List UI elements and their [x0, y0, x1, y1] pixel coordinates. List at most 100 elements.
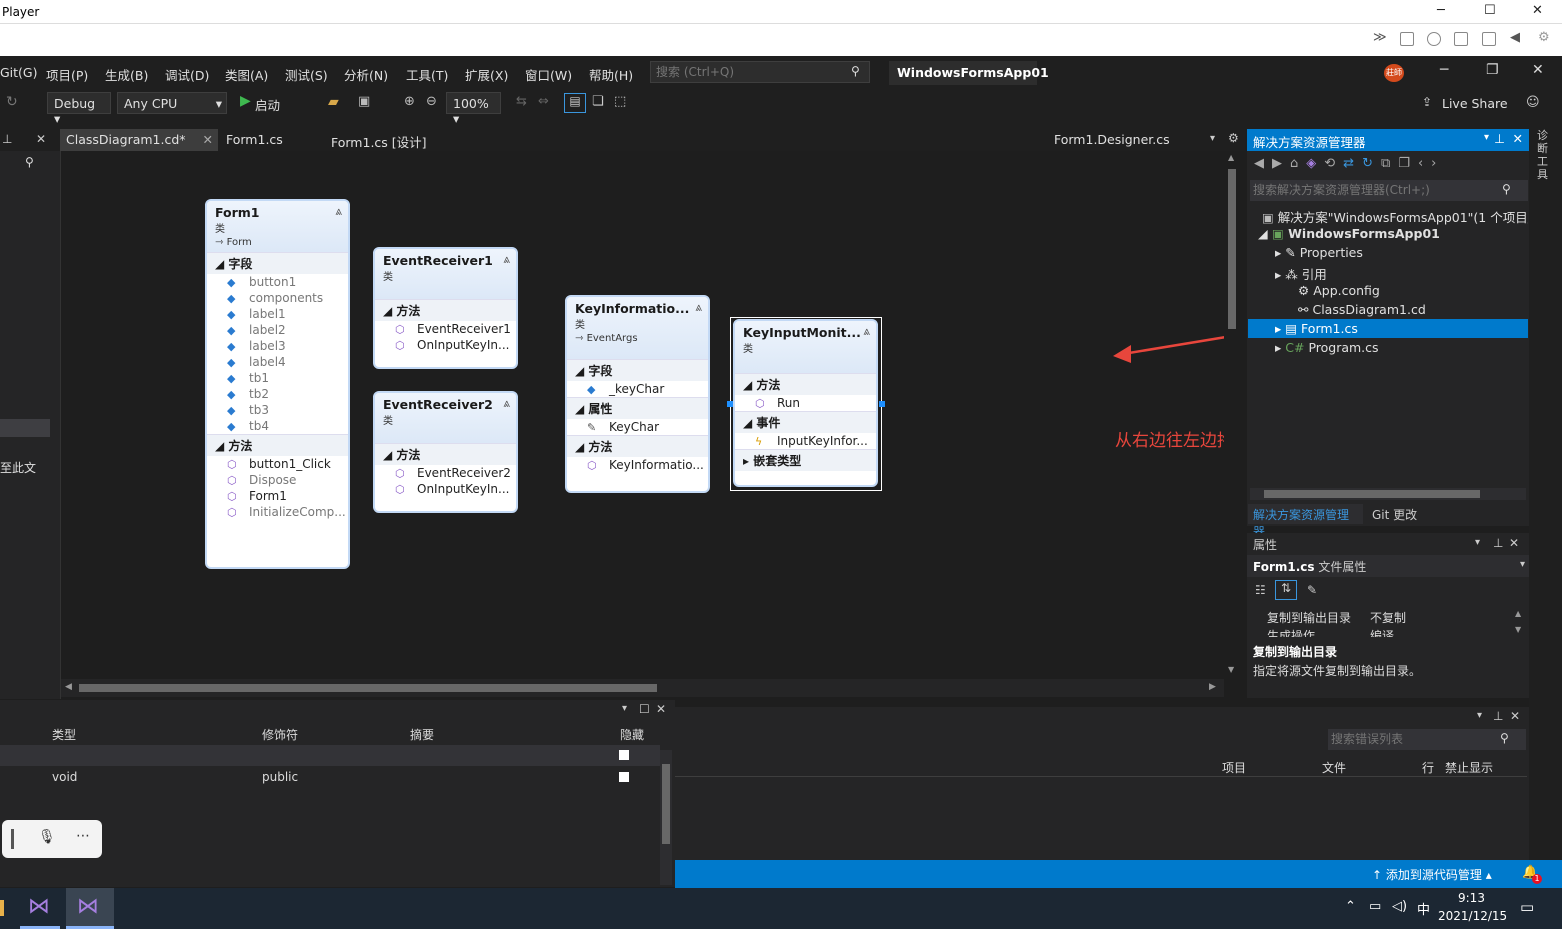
field-row[interactable]: ◆ tb4 [207, 418, 348, 434]
forward-icon[interactable]: ▶ [1272, 156, 1290, 171]
tree-item-references[interactable]: ▸ ⁂ 引用 [1275, 264, 1327, 283]
collapse-all-icon[interactable]: ⧉ [1381, 156, 1398, 171]
canvas-vertical-scrollbar[interactable]: ▲ ▼ [1224, 151, 1240, 679]
table-row[interactable] [0, 745, 660, 766]
column-header[interactable]: 修饰符 [262, 726, 298, 743]
error-search-input[interactable] [1328, 729, 1488, 748]
section-methods[interactable]: ◢ 方法 [735, 373, 876, 395]
device-icon[interactable] [1400, 32, 1414, 46]
settings-icon[interactable]: ⚙ [1228, 131, 1239, 145]
scroll-up-icon[interactable]: ▲ [1515, 609, 1521, 618]
tree-item-form1[interactable]: ▸ ▤ Form1.cs [1275, 321, 1358, 336]
vs-restore-icon[interactable]: ❐ [1486, 62, 1499, 78]
resize-handle-left[interactable] [727, 401, 733, 407]
folder-icon[interactable]: ▰ [328, 94, 339, 110]
tab-classdiagram[interactable]: ClassDiagram1.cd* ✕ [60, 129, 218, 151]
dropdown-icon[interactable]: ▾ [622, 703, 627, 714]
tab-form1[interactable]: Form1.cs [220, 129, 289, 151]
hide-checkbox[interactable] [619, 750, 629, 760]
printer-icon[interactable] [1482, 32, 1496, 46]
tab-form1-design[interactable]: Form1.cs [设计] [325, 129, 433, 151]
microphone-icon[interactable]: 🎙 [38, 829, 56, 845]
scroll-down-icon[interactable]: ▼ [1515, 625, 1521, 634]
method-row[interactable]: ⬡ Dispose [207, 472, 348, 488]
search-input[interactable] [651, 62, 841, 82]
zoom-in-icon[interactable]: ⊕ [404, 94, 415, 109]
column-header[interactable]: 文件 [1322, 759, 1346, 776]
start-button[interactable]: 启动 [255, 95, 280, 114]
property-value[interactable]: 编译 [1370, 627, 1394, 637]
solution-node[interactable]: ▣ 解决方案"WindowsFormsApp01"(1 个项目/共 [1262, 207, 1528, 226]
method-row[interactable]: ⬡ button1_Click [207, 456, 348, 472]
tree-item-appconfig[interactable]: ⚙ App.config [1298, 283, 1380, 298]
close-icon[interactable]: ✕ [1509, 536, 1519, 550]
section-nested[interactable]: ▸ 嵌套类型 [735, 449, 876, 471]
class-shape-eventreceiver2[interactable]: EventReceiver2 类 ⩓ ◢ 方法 ⬡ EventReceiver2 … [373, 391, 518, 513]
search-box[interactable]: ⚲ [650, 61, 870, 83]
tab-solution-explorer[interactable]: 解决方案资源管理器 [1248, 504, 1363, 539]
zoom-out-icon[interactable]: ⊖ [426, 94, 437, 109]
collapse-icon[interactable]: ⩓ [503, 396, 510, 411]
drag-handle[interactable] [11, 829, 14, 849]
method-row[interactable]: ⬡ OnInputKeyIn... [375, 337, 516, 353]
cd-icon[interactable] [1427, 32, 1441, 46]
field-row[interactable]: ◆ button1 [207, 274, 348, 290]
column-header[interactable]: 项目 [1222, 759, 1246, 776]
home-icon[interactable]: ⌂ [1290, 156, 1306, 171]
vertical-scrollbar[interactable] [660, 750, 672, 885]
method-row[interactable]: ⬡ KeyInformatio... [567, 457, 708, 473]
feedback-icon[interactable]: ☺ [1526, 95, 1540, 110]
collapse-icon[interactable]: ⩓ [695, 300, 702, 315]
event-row[interactable]: ϟ InputKeyInfor... [735, 433, 876, 449]
left-search-icon[interactable]: ⚲ [25, 155, 34, 169]
sort-alpha-icon[interactable]: ⇅ [1275, 580, 1297, 600]
sync-icon[interactable]: ⇄ [1343, 156, 1362, 171]
pin-icon[interactable]: ⊥ [1493, 536, 1503, 550]
explorer-icon[interactable] [0, 900, 4, 916]
tree-item-program[interactable]: ▸ C# Program.cs [1275, 340, 1379, 355]
diagnostic-tools-tab[interactable]: 诊断工具 [1537, 129, 1551, 181]
column-header[interactable]: 行 [1422, 759, 1434, 776]
source-control-button[interactable]: ↑ 添加到源代码管理 ▴ [1372, 866, 1492, 883]
tree-item-classdiagram[interactable]: ⚯ ClassDiagram1.cd [1298, 302, 1426, 317]
field-row[interactable]: ◆ label1 [207, 306, 348, 322]
class-shape-form1[interactable]: Form1 类 ⇾ Form ⩓ ◢ 字段 ◆ button1 ◆ componen… [205, 199, 350, 569]
method-row[interactable]: ⬡ InitializeComp... [207, 504, 348, 520]
history-icon[interactable]: ⟲ [1324, 156, 1343, 171]
hide-checkbox[interactable] [619, 772, 629, 782]
menu-git[interactable]: Git(G) [0, 65, 38, 80]
method-row[interactable]: ⬡ EventReceiver1 [375, 321, 516, 337]
collapse-icon[interactable]: ⩓ [863, 324, 870, 339]
field-row[interactable]: ◆ label3 [207, 338, 348, 354]
project-node[interactable]: ◢ ▣ WindowsFormsApp01 [1258, 226, 1440, 241]
table-row[interactable]: void public [0, 766, 660, 788]
solution-search-input[interactable] [1250, 180, 1490, 199]
left-selected-row[interactable] [0, 419, 50, 437]
tray-expand-icon[interactable]: ⌃ [1345, 899, 1356, 914]
cell-type[interactable]: void [52, 770, 77, 784]
canvas-horizontal-scrollbar[interactable]: ◀ ▶ [61, 679, 1224, 697]
field-row[interactable]: ◆ tb1 [207, 370, 348, 386]
platform-dropdown[interactable]: Any CPU ▾ [117, 92, 227, 114]
object-selector[interactable]: Form1.cs 文件属性 ▾ [1247, 555, 1529, 577]
class-diagram-canvas[interactable]: Form1 类 ⇾ Form ⩓ ◢ 字段 ◆ button1 ◆ componen… [61, 151, 1227, 679]
error-search[interactable]: ⚲ [1328, 729, 1526, 750]
code-icon[interactable]: ‹› [1418, 156, 1444, 171]
more-icon[interactable]: ⋯ [76, 828, 90, 844]
section-fields[interactable]: ◢ 字段 [207, 252, 348, 274]
speaker-icon[interactable]: ◀ [1510, 30, 1520, 45]
dropdown-icon[interactable]: ▾ [1484, 132, 1489, 143]
back-icon[interactable]: ◀ [1254, 156, 1272, 171]
scroll-down-icon[interactable]: ▼ [1228, 665, 1234, 674]
left-panel-close-icon[interactable]: ✕ [36, 132, 46, 146]
method-row[interactable]: ⬡ Run [735, 395, 876, 411]
refresh-icon[interactable]: ↻ [1362, 156, 1381, 171]
copy-image-icon[interactable]: ❏ [592, 94, 604, 109]
maximize-icon[interactable]: ☐ [639, 702, 650, 716]
vs-close-icon[interactable]: ✕ [1532, 62, 1544, 78]
vertical-scroll-thumb[interactable] [1228, 169, 1236, 329]
network-icon[interactable]: ▭ [1369, 899, 1381, 914]
copy-icon[interactable] [1454, 32, 1468, 46]
class-details-icon[interactable]: ▤ [564, 93, 586, 113]
section-methods[interactable]: ◢ 方法 [207, 434, 348, 456]
